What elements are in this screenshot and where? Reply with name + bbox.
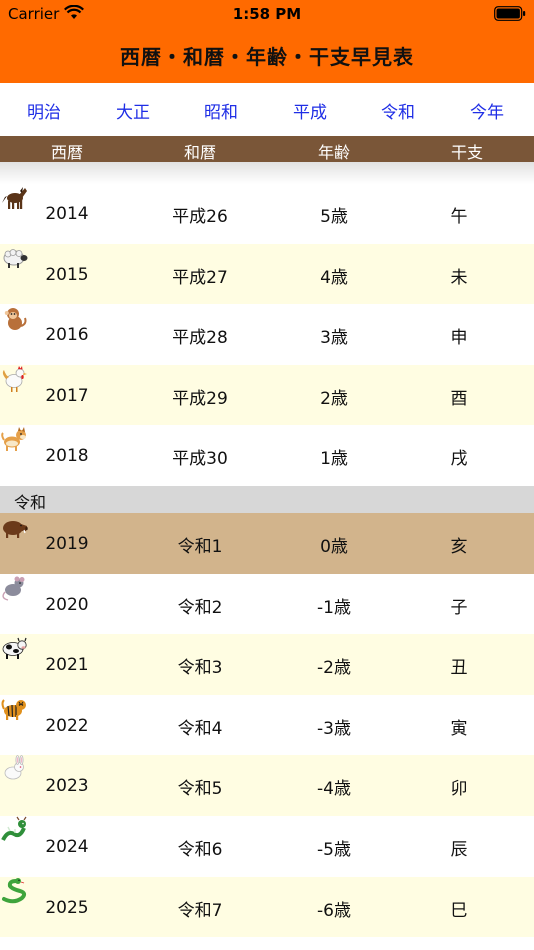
eto-cell: 巳 bbox=[450, 900, 468, 921]
wareki-cell: 平成26 bbox=[172, 207, 228, 227]
table-row[interactable]: 2014 平成26 5歳 午 bbox=[0, 183, 534, 244]
age-cell: -1歳 bbox=[317, 597, 351, 618]
age-cell: 5歳 bbox=[320, 207, 348, 227]
table-row[interactable]: 2023 令和5 -4歳 卯 bbox=[0, 755, 534, 816]
age-cell: 3歳 bbox=[320, 328, 348, 349]
page-title: 西暦・和暦・年齢・干支早見表 bbox=[120, 45, 414, 69]
age-cell: -4歳 bbox=[317, 779, 351, 800]
column-header-wareki: 和暦 bbox=[183, 143, 216, 162]
age-cell: -6歳 bbox=[317, 900, 351, 921]
age-cell: -3歳 bbox=[317, 718, 351, 739]
table-row[interactable]: 2025 令和7 -6歳 巳 bbox=[0, 876, 534, 938]
tab-this-year[interactable]: 今年 bbox=[447, 98, 527, 123]
table-row[interactable]: 2018 平成30 1歳 戌 bbox=[0, 425, 534, 486]
year-cell: 2015 bbox=[45, 264, 89, 285]
table-row[interactable]: 2017 平成29 2歳 酉 bbox=[0, 364, 534, 426]
tab-reiwa[interactable]: 令和 bbox=[358, 98, 438, 123]
year-cell: 2017 bbox=[45, 385, 89, 406]
year-cell: 2014 bbox=[45, 204, 89, 224]
year-cell: 2024 bbox=[45, 836, 89, 857]
eto-cell: 未 bbox=[450, 267, 468, 288]
column-header-seireki: 西暦 bbox=[50, 143, 83, 162]
battery-icon bbox=[494, 6, 526, 21]
table-row[interactable]: 2022 令和4 -3歳 寅 bbox=[0, 695, 534, 756]
eto-cell: 子 bbox=[450, 597, 468, 618]
table-row-current-year[interactable]: 2019 令和1 0歳 亥 bbox=[0, 512, 534, 574]
column-header: 西暦 和暦 年齢 干支 bbox=[0, 136, 534, 162]
column-header-age: 年齢 bbox=[317, 143, 350, 162]
wareki-cell: 令和4 bbox=[177, 718, 223, 739]
table-row[interactable]: 2021 令和3 -2歳 丑 bbox=[0, 634, 534, 695]
age-cell: 4歳 bbox=[320, 267, 348, 288]
wareki-cell: 平成29 bbox=[172, 388, 228, 409]
wareki-cell: 平成30 bbox=[172, 449, 228, 470]
age-cell: -5歳 bbox=[317, 839, 351, 860]
table-row[interactable]: 2020 令和2 -1歳 子 bbox=[0, 574, 534, 635]
eto-cell: 申 bbox=[450, 328, 468, 349]
wareki-cell: 令和7 bbox=[177, 900, 223, 921]
eto-cell: 戌 bbox=[450, 449, 468, 470]
age-cell: 2歳 bbox=[320, 388, 348, 409]
tab-taisho[interactable]: 大正 bbox=[93, 98, 173, 123]
wareki-cell: 令和5 bbox=[177, 779, 223, 800]
wareki-cell: 令和6 bbox=[177, 839, 223, 860]
year-cell: 2023 bbox=[45, 776, 89, 797]
clock: 1:58 PM bbox=[232, 5, 302, 23]
tab-heisei[interactable]: 平成 bbox=[270, 98, 350, 123]
year-cell: 2021 bbox=[45, 655, 89, 676]
section-header-reiwa: 令和 bbox=[0, 485, 534, 513]
eto-cell: 丑 bbox=[450, 658, 468, 679]
year-table: 2014 平成26 5歳 午 2015 平成27 4歳 未 2016 平成28 … bbox=[0, 183, 534, 938]
column-header-eto: 干支 bbox=[450, 143, 483, 162]
table-row[interactable]: 2016 平成28 3歳 申 bbox=[0, 304, 534, 365]
app-header: Carrier 1:58 PM 西暦・和暦・年齢・干支早見表 bbox=[0, 0, 534, 83]
eto-cell: 辰 bbox=[450, 839, 468, 860]
eto-cell: 午 bbox=[450, 207, 468, 227]
age-cell: 0歳 bbox=[320, 536, 348, 557]
wareki-cell: 令和1 bbox=[177, 536, 223, 557]
year-cell: 2016 bbox=[45, 325, 89, 346]
eto-cell: 卯 bbox=[450, 779, 468, 800]
wareki-cell: 平成27 bbox=[172, 267, 228, 288]
year-cell: 2022 bbox=[45, 715, 89, 736]
era-tab-bar: 明治 大正 昭和 平成 令和 今年 bbox=[0, 83, 534, 136]
table-row[interactable]: 2024 令和6 -5歳 辰 bbox=[0, 816, 534, 877]
age-cell: -2歳 bbox=[317, 658, 351, 679]
wareki-cell: 令和2 bbox=[177, 597, 223, 618]
age-cell: 1歳 bbox=[320, 449, 348, 470]
wareki-cell: 平成28 bbox=[172, 328, 228, 349]
year-cell: 2019 bbox=[45, 533, 89, 554]
year-cell: 2025 bbox=[45, 897, 89, 918]
eto-cell: 酉 bbox=[450, 388, 468, 409]
year-cell: 2020 bbox=[45, 594, 89, 615]
eto-cell: 亥 bbox=[450, 536, 468, 557]
header-shadow bbox=[0, 162, 534, 184]
wareki-cell: 令和3 bbox=[177, 658, 223, 679]
table-row[interactable]: 2015 平成27 4歳 未 bbox=[0, 243, 534, 305]
year-cell: 2018 bbox=[45, 446, 89, 467]
tab-showa[interactable]: 昭和 bbox=[181, 98, 261, 123]
status-bar: Carrier 1:58 PM bbox=[0, 0, 534, 28]
tab-meiji[interactable]: 明治 bbox=[4, 98, 84, 123]
eto-cell: 寅 bbox=[450, 718, 468, 739]
